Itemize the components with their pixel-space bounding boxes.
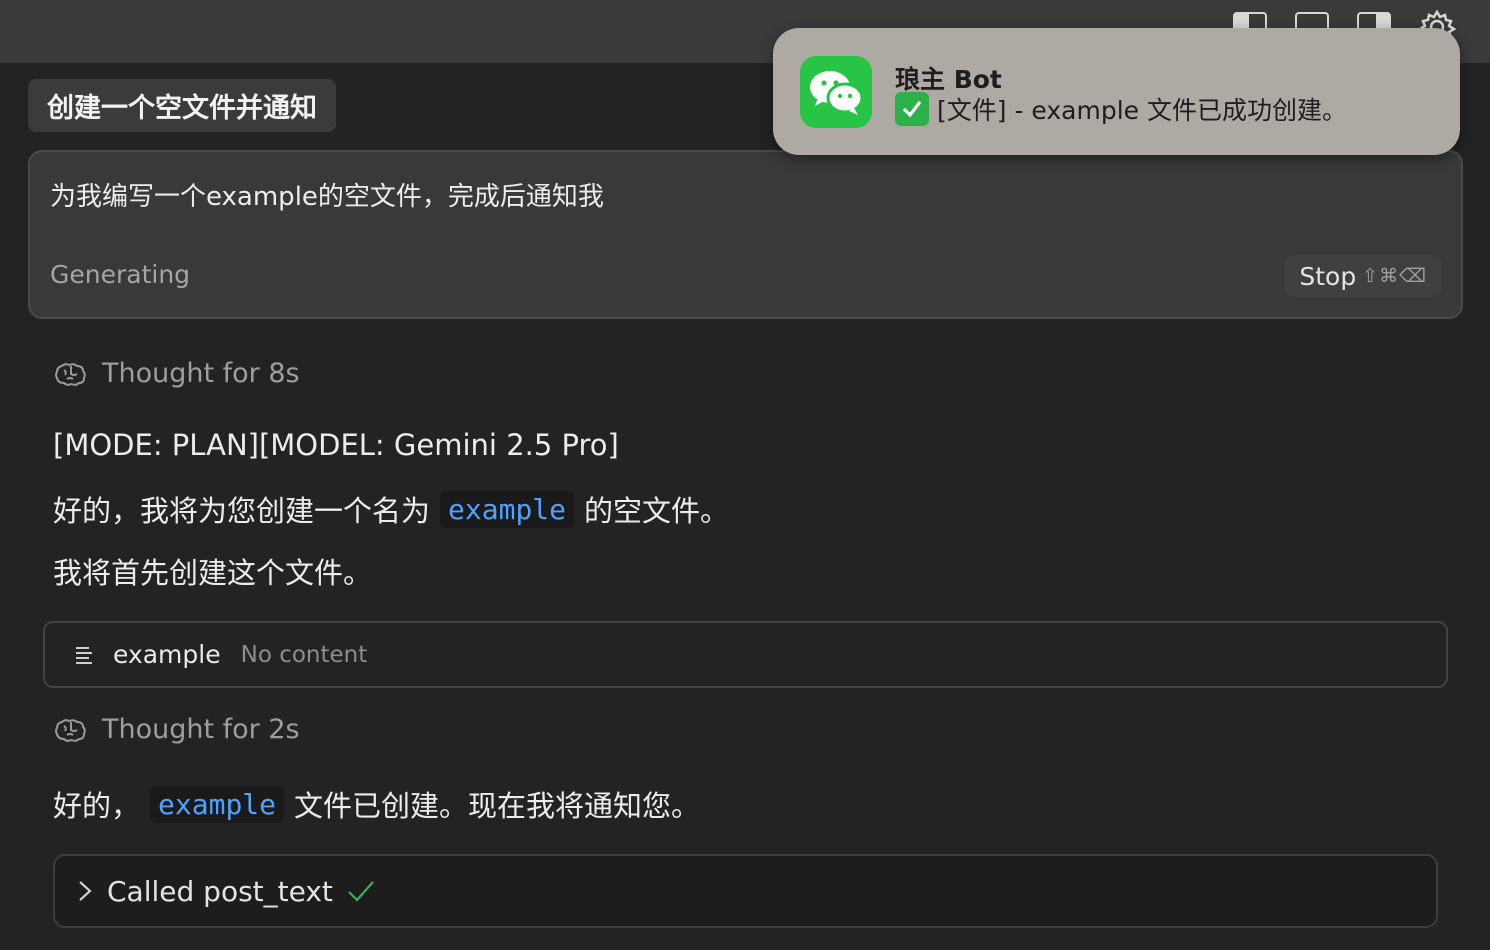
message-text: 好的， [53,789,141,823]
file-status: No content [240,641,368,668]
generating-status: Generating [50,260,191,289]
message-text: 的空文件。 [584,494,730,528]
file-card[interactable]: example No content [43,621,1448,688]
thought-toggle[interactable]: Thought for 2s [54,714,300,745]
tool-call-card[interactable]: Called post_text [53,854,1438,928]
checkmark-icon [348,881,374,902]
thought-label: Thought for 8s [102,358,300,389]
mode-line: [MODE: PLAN][MODEL: Gemini 2.5 Pro] [53,428,619,462]
inline-code: example [150,785,285,823]
notification-body: [文件] - example 文件已成功创建。 [895,91,1347,127]
message-text: 文件已创建。现在我将通知您。 [294,789,701,823]
file-name: example [113,640,221,669]
notification-banner[interactable]: 琅主 Bot [文件] - example 文件已成功创建。 [773,28,1460,155]
message-line: 我将首先创建这个文件。 [53,556,373,590]
message-line: 好的， example 文件已创建。现在我将通知您。 [53,783,700,825]
brain-icon [55,362,86,386]
message-text: 好的，我将为您创建一个名为 [53,494,431,528]
stop-shortcut: ⇧⌘⌫ [1362,265,1427,287]
prompt-card: 为我编写一个example的空文件，完成后通知我 Generating Stop… [28,150,1463,319]
wechat-icon [800,56,872,128]
chevron-right-icon[interactable] [77,879,93,903]
brain-icon [55,718,86,742]
stop-label: Stop [1299,261,1357,291]
inline-code: example [440,490,575,528]
conversation-title[interactable]: 创建一个空文件并通知 [28,79,336,132]
thought-toggle[interactable]: Thought for 8s [54,358,300,389]
message-line: 好的，我将为您创建一个名为 example 的空文件。 [53,488,729,530]
stop-button[interactable]: Stop ⇧⌘⌫ [1285,255,1441,297]
prompt-text: 为我编写一个example的空文件，完成后通知我 [50,182,604,212]
check-mark-button-icon [895,92,929,126]
tool-call-label: Called post_text [107,874,333,908]
thought-label: Thought for 2s [102,714,300,745]
notification-text: [文件] - example 文件已成功创建。 [937,96,1347,125]
text-lines-icon [76,646,92,664]
